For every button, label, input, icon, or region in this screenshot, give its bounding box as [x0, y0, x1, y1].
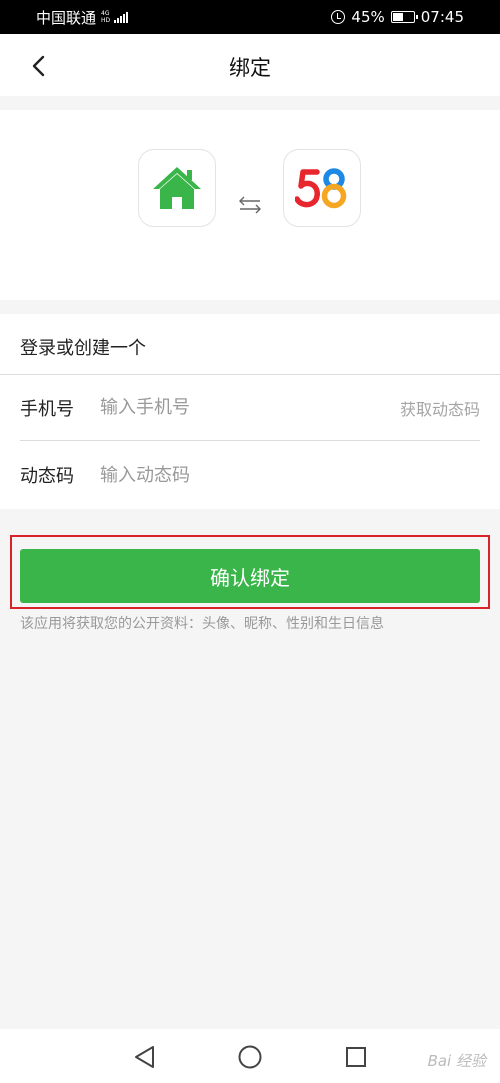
code-label: 动态码 [20, 466, 74, 487]
home-icon [153, 167, 201, 209]
triangle-back-icon [135, 1046, 154, 1068]
58-app-tile: 58 [283, 149, 361, 227]
login-form-panel: 登录或创建一个 手机号 获取动态码 动态码 [0, 314, 500, 509]
phone-input[interactable] [100, 397, 400, 418]
battery-percent: 45% [351, 8, 385, 26]
signal-icon [114, 11, 129, 23]
nav-bar: 绑定 [0, 34, 500, 96]
confirm-bind-button[interactable]: 确认绑定 [20, 549, 480, 603]
58-logo-icon: 58 [295, 166, 347, 209]
phone-row: 手机号 获取动态码 [20, 375, 480, 441]
app-logos-panel: 58 [0, 110, 500, 300]
58-logo-label: 58 [295, 166, 297, 167]
permission-hint: 该应用将获取您的公开资料：头像、昵称、性别和生日信息 [20, 616, 384, 632]
code-input[interactable] [100, 464, 480, 486]
square-recent-icon [346, 1047, 366, 1067]
form-section-title: 登录或创建一个 [20, 338, 146, 359]
phone-label: 手机号 [20, 398, 74, 420]
status-right: 45% 07:45 [331, 8, 464, 26]
swap-arrows-icon [239, 196, 261, 214]
clock: 07:45 [420, 8, 464, 26]
watermark: Bai 经验 [427, 1052, 486, 1070]
network-type: 4G [101, 10, 110, 17]
system-recent-button[interactable] [342, 1043, 370, 1071]
alarm-icon [331, 10, 346, 24]
system-home-button[interactable] [236, 1043, 264, 1071]
status-left: 中国联通 4G HD [36, 7, 129, 28]
carrier-name: 中国联通 [36, 8, 97, 27]
host-app-tile [138, 149, 216, 227]
page-title: 绑定 [229, 56, 271, 80]
get-code-button[interactable]: 获取动态码 [400, 396, 480, 420]
battery-icon [390, 11, 418, 23]
network-tag: 4G HD [101, 10, 110, 24]
circle-home-icon [238, 1045, 262, 1069]
status-bar: 中国联通 4G HD 45% 07:45 [0, 0, 500, 34]
network-subtype: HD [101, 17, 111, 24]
system-back-button[interactable] [130, 1043, 158, 1071]
system-nav-bar: Bai 经验 [0, 1029, 500, 1083]
code-row: 动态码 [20, 442, 480, 508]
